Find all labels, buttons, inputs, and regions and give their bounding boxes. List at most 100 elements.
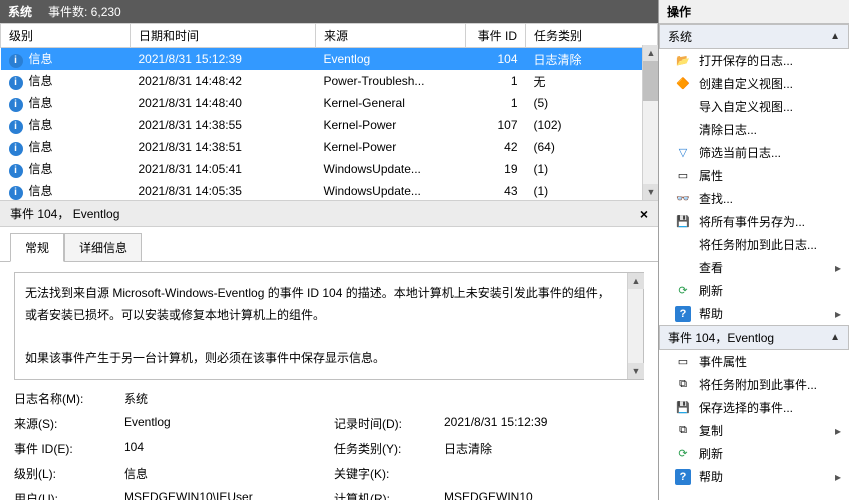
actions-header: 操作 xyxy=(659,0,849,24)
action-refresh-2[interactable]: ⟳刷新 xyxy=(659,442,849,465)
tab-details[interactable]: 详细信息 xyxy=(64,233,142,262)
action-attach-task[interactable]: 将任务附加到此日志... xyxy=(659,233,849,256)
action-attach-task-2[interactable]: ⧉ 将任务附加到此事件... xyxy=(659,373,849,396)
help-2-icon: ? xyxy=(675,469,691,485)
action-save-sel[interactable]: 💾 保存选择的事件... xyxy=(659,396,849,419)
table-row[interactable]: i信息2021/8/31 15:12:39Eventlog104日志清除 xyxy=(1,48,658,71)
attach-task-2-icon: ⧉ xyxy=(675,377,691,393)
action-create-view[interactable]: 🔶创建自定义视图... xyxy=(659,72,849,95)
find-icon: 👓 xyxy=(675,191,691,207)
action-help-2[interactable]: ?帮助▸ xyxy=(659,465,849,488)
import-view-icon xyxy=(675,99,691,115)
save-as-icon: 💾 xyxy=(675,214,691,230)
table-scrollbar[interactable]: ▲ ▼ xyxy=(642,45,658,200)
properties-icon: ▭ xyxy=(675,168,691,184)
chevron-right-icon: ▸ xyxy=(831,424,841,438)
actions-section-event[interactable]: 事件 104，Eventlog ▲ xyxy=(659,325,849,350)
event-table[interactable]: 级别 日期和时间 来源 事件 ID 任务类别 i信息2021/8/31 15:1… xyxy=(0,23,658,200)
source-value: Eventlog xyxy=(124,415,324,432)
logname-value: 系统 xyxy=(124,390,644,407)
action-import-view[interactable]: 导入自定义视图... xyxy=(659,95,849,118)
info-icon: i xyxy=(9,120,23,134)
info-icon: i xyxy=(9,98,23,112)
action-label: 属性 xyxy=(699,167,841,184)
create-view-icon: 🔶 xyxy=(675,76,691,92)
event-props-icon: ▭ xyxy=(675,354,691,370)
copy-icon: ⧉ xyxy=(675,423,691,439)
action-label: 将任务附加到此事件... xyxy=(699,376,841,393)
col-taskcat[interactable]: 任务类别 xyxy=(526,24,658,48)
desc-scroll-up-icon[interactable]: ▲ xyxy=(628,273,644,289)
tab-general[interactable]: 常规 xyxy=(10,233,64,262)
collapse-icon: ▲ xyxy=(830,31,840,42)
refresh-2-icon: ⟳ xyxy=(675,446,691,462)
actions-section-system-label: 系统 xyxy=(668,28,692,45)
detail-tabs: 常规 详细信息 xyxy=(0,227,658,262)
user-value: MSEDGEWIN10\IEUser xyxy=(124,490,324,500)
log-header: 系统 事件数: 6,230 xyxy=(0,0,658,23)
computer-label: 计算机(R): xyxy=(334,490,434,500)
col-source[interactable]: 来源 xyxy=(316,24,466,48)
action-label: 将任务附加到此日志... xyxy=(699,236,841,253)
action-filter[interactable]: ▽ 筛选当前日志... xyxy=(659,141,849,164)
action-clear-log[interactable]: 清除日志... xyxy=(659,118,849,141)
table-row[interactable]: i信息2021/8/31 14:05:35WindowsUpdate...43(… xyxy=(1,180,658,200)
save-sel-icon: 💾 xyxy=(675,400,691,416)
logged-label: 记录时间(D): xyxy=(334,415,434,432)
action-label: 查看 xyxy=(699,259,823,276)
logname-label: 日志名称(M): xyxy=(14,390,114,407)
table-row[interactable]: i信息2021/8/31 14:48:40Kernel-General1(5) xyxy=(1,92,658,114)
close-icon[interactable]: × xyxy=(640,206,648,222)
keywords-value xyxy=(444,465,644,482)
action-label: 帮助 xyxy=(699,305,823,322)
filter-icon: ▽ xyxy=(675,145,691,161)
description-scrollbar[interactable]: ▲ ▼ xyxy=(627,273,643,379)
taskcat-value: 日志清除 xyxy=(444,440,644,457)
eventid-value: 104 xyxy=(124,440,324,457)
action-label: 事件属性 xyxy=(699,353,841,370)
col-level[interactable]: 级别 xyxy=(1,24,131,48)
actions-section-system[interactable]: 系统 ▲ xyxy=(659,24,849,49)
action-label: 保存选择的事件... xyxy=(699,399,841,416)
action-label: 将所有事件另存为... xyxy=(699,213,841,230)
col-eventid[interactable]: 事件 ID xyxy=(466,24,526,48)
info-icon: i xyxy=(9,142,23,156)
action-copy[interactable]: ⧉复制▸ xyxy=(659,419,849,442)
action-view[interactable]: 查看▸ xyxy=(659,256,849,279)
action-refresh[interactable]: ⟳刷新 xyxy=(659,279,849,302)
action-help[interactable]: ? 帮助 ▸ xyxy=(659,302,849,325)
chevron-right-icon: ▸ xyxy=(831,307,841,321)
scroll-thumb[interactable] xyxy=(643,61,658,101)
detail-header: 事件 104， Eventlog × xyxy=(0,200,658,227)
action-label: 刷新 xyxy=(699,282,841,299)
action-label: 筛选当前日志... xyxy=(699,144,841,161)
action-save-as[interactable]: 💾 将所有事件另存为... xyxy=(659,210,849,233)
action-event-props[interactable]: ▭ 事件属性 xyxy=(659,350,849,373)
folder-open-icon: 📂 xyxy=(675,53,691,69)
action-folder-open[interactable]: 📂打开保存的日志... xyxy=(659,49,849,72)
table-row[interactable]: i信息2021/8/31 14:05:41WindowsUpdate...19(… xyxy=(1,158,658,180)
level-label: 级别(L): xyxy=(14,465,114,482)
desc-scroll-down-icon[interactable]: ▼ xyxy=(628,363,644,379)
log-title: 系统 xyxy=(8,3,32,20)
actions-section-event-label: 事件 104，Eventlog xyxy=(668,329,774,346)
action-label: 查找... xyxy=(699,190,841,207)
scroll-up-icon[interactable]: ▲ xyxy=(643,45,658,61)
action-properties[interactable]: ▭ 属性 xyxy=(659,164,849,187)
table-row[interactable]: i信息2021/8/31 14:38:51Kernel-Power42(64) xyxy=(1,136,658,158)
info-icon: i xyxy=(9,164,23,178)
level-value: 信息 xyxy=(124,465,324,482)
event-description-text: 无法找到来自源 Microsoft-Windows-Eventlog 的事件 I… xyxy=(25,283,633,369)
info-icon: i xyxy=(9,76,23,90)
table-row[interactable]: i信息2021/8/31 14:38:55Kernel-Power107(102… xyxy=(1,114,658,136)
action-label: 清除日志... xyxy=(699,121,841,138)
col-datetime[interactable]: 日期和时间 xyxy=(131,24,316,48)
scroll-down-icon[interactable]: ▼ xyxy=(643,184,658,200)
table-row[interactable]: i信息2021/8/31 14:48:42Power-Troublesh...1… xyxy=(1,70,658,92)
help-icon: ? xyxy=(675,306,691,322)
detail-title: 事件 104， Eventlog xyxy=(10,205,119,222)
event-description: 无法找到来自源 Microsoft-Windows-Eventlog 的事件 I… xyxy=(14,272,644,380)
event-count: 事件数: 6,230 xyxy=(48,3,121,20)
info-icon: i xyxy=(9,54,23,68)
action-find[interactable]: 👓 查找... xyxy=(659,187,849,210)
